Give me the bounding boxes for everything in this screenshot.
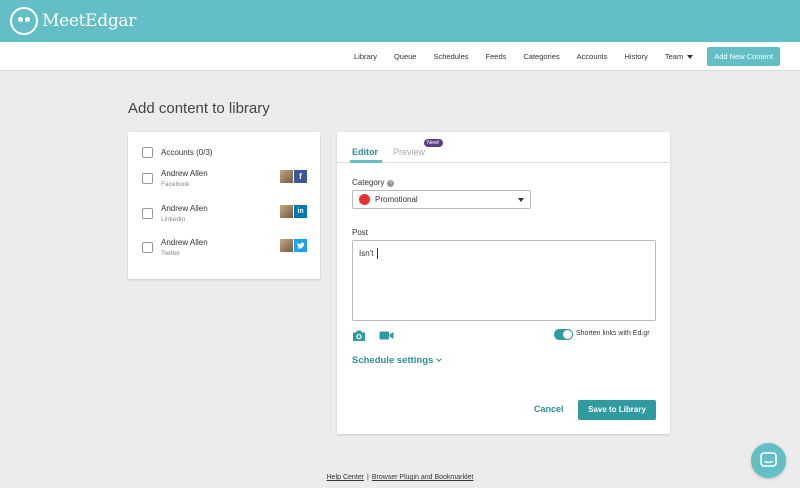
meetedgar-logo[interactable]: MeetEdgar [10, 7, 136, 35]
nav-link-accounts[interactable]: Accounts [577, 52, 608, 61]
category-label: Category i [352, 178, 395, 187]
nav-link-team-label: Team [664, 52, 684, 61]
account-checkbox[interactable] [142, 242, 153, 253]
caret-down-icon [687, 55, 694, 60]
post-textarea[interactable]: Isn't [352, 240, 656, 321]
nav-links: Library Queue Schedules Feeds Categories… [337, 42, 780, 71]
browser-plugin-link[interactable]: Browser Plugin and Bookmarklet [372, 474, 474, 481]
tab-preview[interactable]: Preview [393, 147, 425, 157]
account-checkbox[interactable] [142, 208, 153, 219]
account-network: Linkedin [161, 216, 186, 223]
tab-editor[interactable]: Editor [352, 147, 378, 157]
category-label-text: Category [352, 178, 385, 187]
add-new-content-button[interactable]: Add New Content [707, 47, 780, 66]
chat-icon [760, 452, 777, 467]
chat-button[interactable] [751, 443, 786, 478]
facebook-icon: f [294, 170, 307, 183]
text-cursor [377, 248, 378, 259]
footer-separator: | [366, 474, 369, 481]
video-camera-icon[interactable] [379, 329, 394, 342]
accounts-card: Accounts (0/3) Andrew Allen Facebook f A… [128, 132, 320, 279]
cancel-button[interactable]: Cancel [534, 404, 564, 414]
category-select-value: Promotional [375, 195, 418, 204]
help-center-link[interactable]: Help Center [327, 474, 364, 481]
avatar [280, 205, 293, 218]
account-row: Andrew Allen Linkedin in [128, 204, 320, 238]
shorten-links-toggle[interactable] [554, 329, 573, 340]
nav-link-library[interactable]: Library [354, 52, 377, 61]
account-name: Andrew Allen [161, 169, 208, 178]
nav-bar: Library Queue Schedules Feeds Categories… [0, 42, 800, 71]
info-icon[interactable]: i [387, 180, 395, 187]
save-to-library-button[interactable]: Save to Library [578, 400, 656, 420]
page-title: Add content to library [128, 100, 270, 117]
nav-link-schedules[interactable]: Schedules [433, 52, 468, 61]
nav-link-team[interactable]: Team [664, 52, 694, 61]
account-row: Andrew Allen Twitter [128, 238, 320, 272]
avatar [280, 170, 293, 183]
account-name: Andrew Allen [161, 238, 208, 247]
camera-icon[interactable] [352, 329, 366, 342]
post-label: Post [352, 228, 369, 237]
nav-link-queue[interactable]: Queue [394, 52, 417, 61]
chevron-down-icon [518, 198, 524, 202]
toggle-knob [563, 330, 572, 339]
nav-link-categories[interactable]: Categories [523, 52, 559, 61]
editor-tabs: Editor Preview New! [337, 132, 670, 163]
nav-link-feeds[interactable]: Feeds [486, 52, 507, 61]
post-text: Isn't [359, 249, 374, 258]
schedule-settings-link[interactable]: Schedule settings [352, 355, 443, 366]
linkedin-icon: in [294, 205, 307, 218]
category-select[interactable]: Promotional [352, 190, 531, 209]
schedule-settings-label: Schedule settings [352, 355, 434, 366]
account-checkbox[interactable] [142, 173, 153, 184]
logo-octopus-icon [10, 7, 38, 35]
nav-link-history[interactable]: History [625, 52, 648, 61]
category-color-dot [359, 194, 370, 205]
twitter-bird-glyph [297, 242, 305, 249]
account-avatar-group: in [280, 205, 307, 218]
account-avatar-group [280, 239, 307, 252]
avatar [280, 239, 293, 252]
account-network: Twitter [161, 250, 181, 257]
editor-card: Editor Preview New! Category i Promotiona… [337, 132, 670, 434]
chevron-down-icon [436, 356, 443, 362]
footer: Help Center | Browser Plugin and Bookmarkl… [0, 474, 800, 481]
twitter-icon [294, 239, 307, 252]
top-bar: MeetEdgar [0, 0, 800, 42]
shorten-links-label: Shorten links with Ed.gr [576, 330, 650, 337]
new-badge: New! [424, 139, 443, 147]
account-name: Andrew Allen [161, 204, 208, 213]
active-tab-indicator [350, 160, 382, 163]
account-row: Andrew Allen Facebook f [128, 169, 320, 203]
select-all-accounts-checkbox[interactable] [142, 147, 153, 158]
account-avatar-group: f [280, 170, 307, 183]
account-network: Facebook [161, 181, 190, 188]
accounts-header-label: Accounts (0/3) [161, 148, 213, 157]
logo-text: MeetEdgar [42, 11, 137, 31]
